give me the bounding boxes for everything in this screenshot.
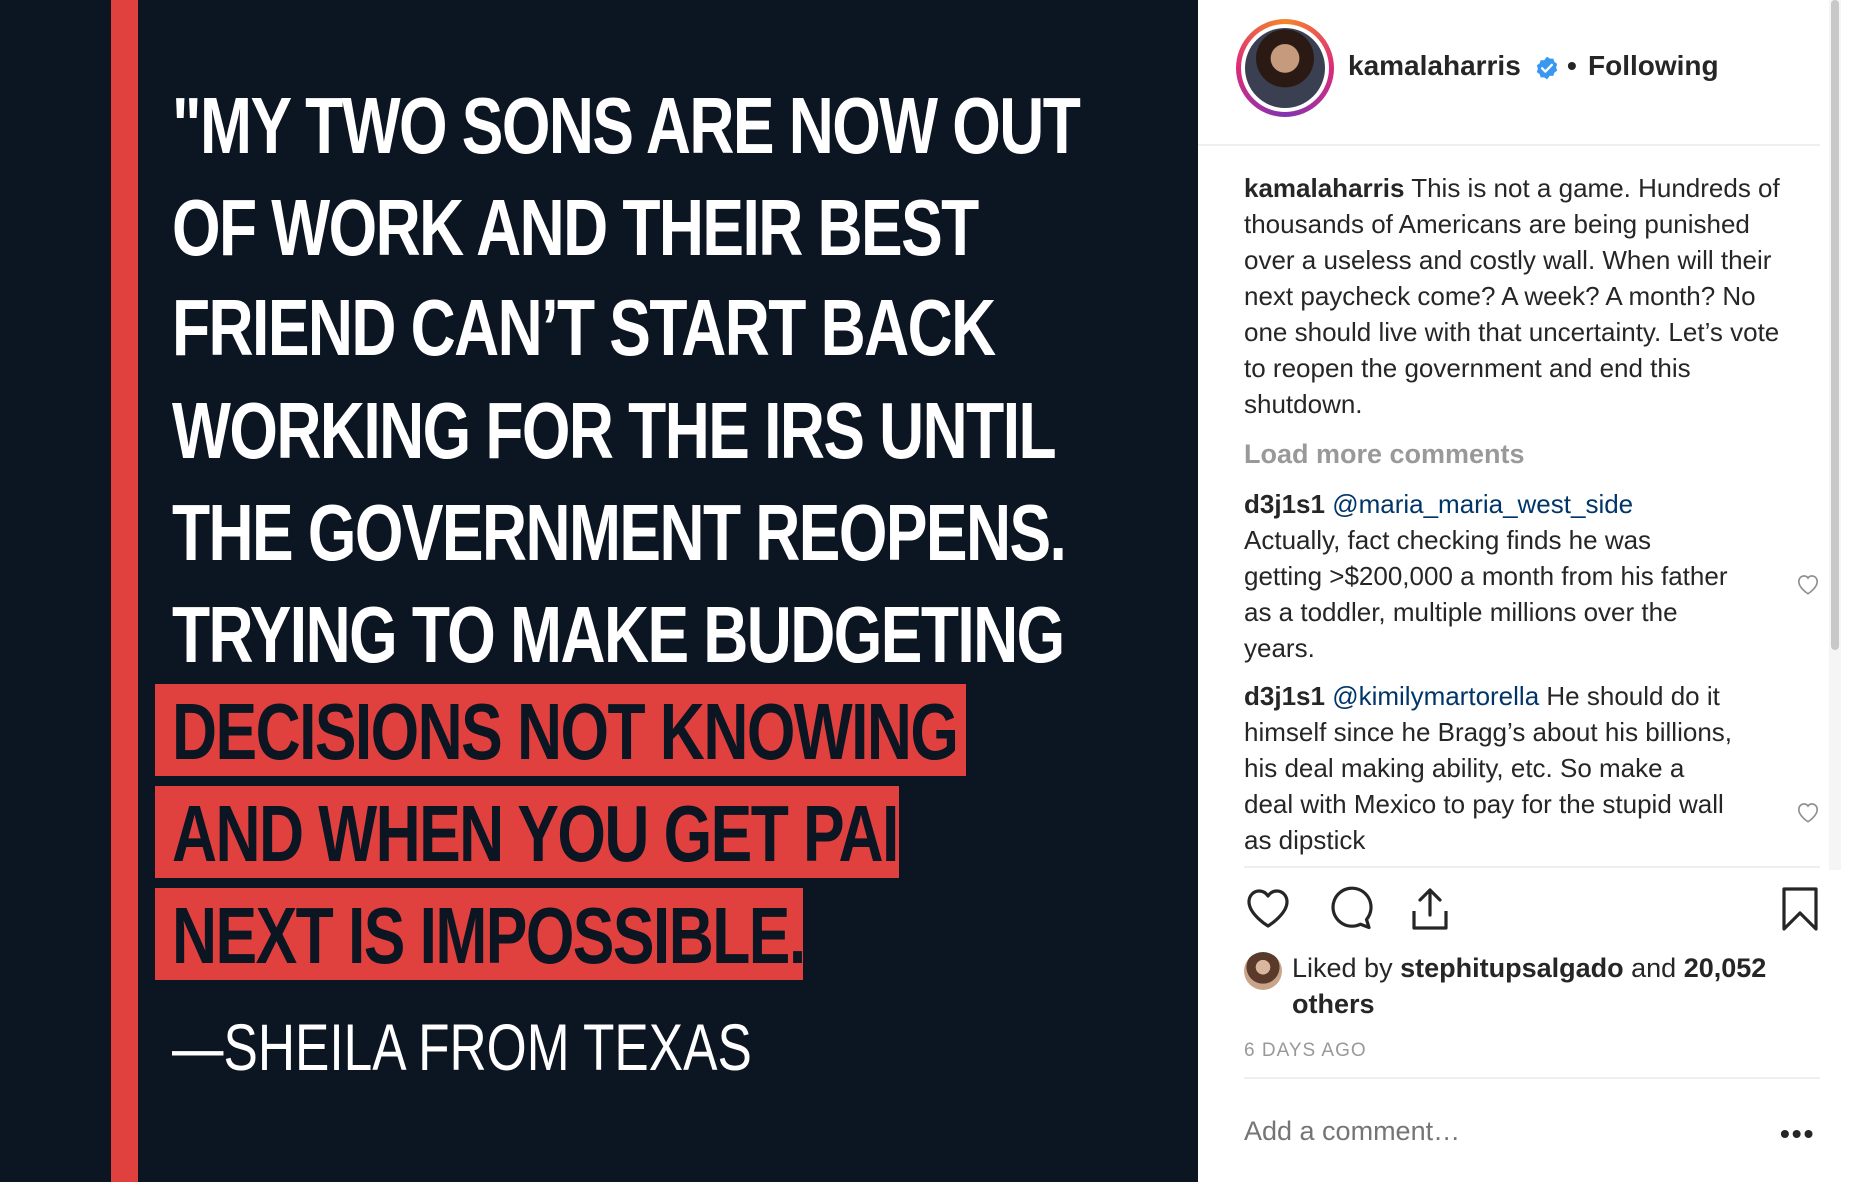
liker-avatar[interactable] <box>1244 952 1282 990</box>
post-image[interactable]: "MY TWO SONS ARE NOW OUT OF WORK AND THE… <box>0 0 1198 1182</box>
divider <box>1244 866 1820 868</box>
comment-item: d3j1s1 @maria_maria_west_side Actually, … <box>1244 486 1734 666</box>
like-comment-heart-icon[interactable] <box>1795 800 1821 824</box>
like-comment-heart-icon[interactable] <box>1795 572 1821 596</box>
comment-icon[interactable] <box>1326 885 1374 933</box>
liked-by-prefix: Liked by <box>1292 953 1393 983</box>
caption-username[interactable]: kamalaharris <box>1244 173 1404 203</box>
comment-username[interactable]: d3j1s1 <box>1244 681 1325 711</box>
add-comment-input[interactable] <box>1244 1116 1724 1147</box>
comment-username[interactable]: d3j1s1 <box>1244 489 1325 519</box>
liked-by-text: Liked by stephitupsalgado and 20,052 oth… <box>1292 950 1792 1022</box>
story-ring[interactable] <box>1236 19 1334 117</box>
quote-line: TRYING TO MAKE BUDGETING <box>172 590 1065 679</box>
highlight-line: AND WHEN YOU GET PAID <box>172 789 943 878</box>
red-accent-bar <box>111 0 138 1182</box>
quote-attribution: —SHEILA FROM TEXAS <box>172 1010 752 1084</box>
avatar <box>1245 28 1325 108</box>
quote-line: FRIEND CAN’T START BACK <box>172 283 996 372</box>
load-more-comments-button[interactable]: Load more comments <box>1244 436 1525 472</box>
liker-username[interactable]: stephitupsalgado <box>1400 953 1624 983</box>
highlight-line: DECISIONS NOT KNOWING IF <box>172 687 1027 776</box>
header-username[interactable]: kamalaharris <box>1348 50 1521 82</box>
comment-item: d3j1s1 @kimilymartorella He should do it… <box>1244 678 1734 858</box>
verified-badge-icon <box>1536 56 1558 80</box>
heart-icon[interactable] <box>1244 885 1292 933</box>
divider <box>1244 1077 1820 1079</box>
quote-line: OF WORK AND THEIR BEST <box>172 183 979 272</box>
quote-line: THE GOVERNMENT REOPENS. <box>172 488 1067 577</box>
comment-mention[interactable]: @kimilymartorella <box>1332 681 1539 711</box>
comments-scrollbar[interactable] <box>1831 0 1839 650</box>
share-icon[interactable] <box>1406 885 1454 933</box>
quote-line: "MY TWO SONS ARE NOW OUT <box>172 81 1081 170</box>
liked-by-joiner: and <box>1631 953 1677 983</box>
post-timestamp[interactable]: 6 DAYS AGO <box>1244 1040 1367 1062</box>
more-options-icon[interactable]: ••• <box>1780 1118 1815 1150</box>
bookmark-icon[interactable] <box>1776 885 1824 933</box>
comments-scroll-track[interactable] <box>1829 0 1841 870</box>
caption-text: This is not a game. Hundreds of thousand… <box>1244 173 1780 419</box>
comment-text: Actually, fact checking finds he was get… <box>1244 525 1728 663</box>
following-button[interactable]: Following <box>1588 50 1719 82</box>
post-caption: kamalaharris This is not a game. Hundred… <box>1244 170 1804 422</box>
post-side-panel: kamalaharris • Following kamalaharris Th… <box>1198 0 1850 1182</box>
quote-line: WORKING FOR THE IRS UNTIL <box>172 386 1057 475</box>
avatar-frame <box>1241 24 1329 112</box>
comment-mention[interactable]: @maria_maria_west_side <box>1332 489 1633 519</box>
post-header: kamalaharris • Following <box>1198 0 1820 146</box>
header-separator: • <box>1567 50 1577 81</box>
highlight-line: NEXT IS IMPOSSIBLE." <box>172 891 834 980</box>
